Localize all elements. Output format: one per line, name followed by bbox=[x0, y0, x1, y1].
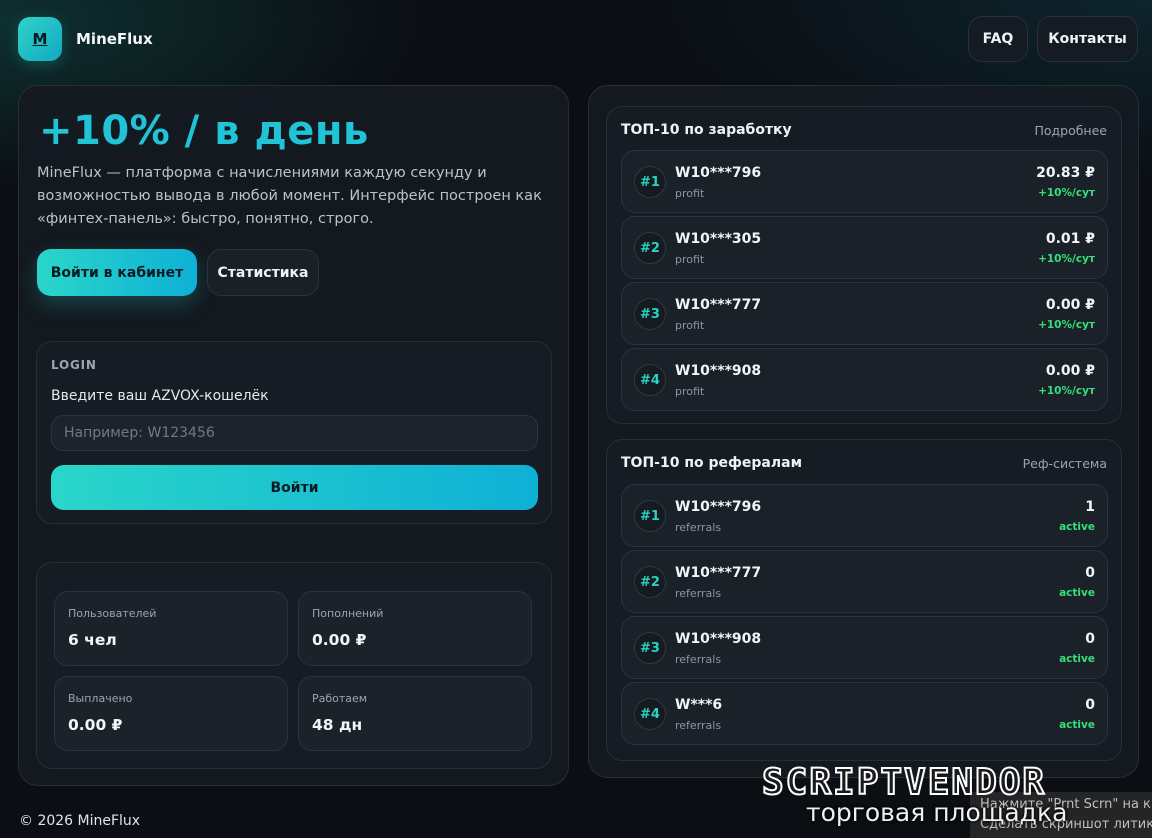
rank-badge: #2 bbox=[634, 566, 666, 598]
stat-value: 48 дн bbox=[312, 716, 363, 734]
contacts-button[interactable]: Контакты bbox=[1037, 16, 1138, 62]
hero-title: +10% / в день bbox=[39, 108, 369, 154]
stat-deposits: Пополнений 0.00 ₽ bbox=[298, 591, 532, 666]
top-header: M MineFlux FAQ Контакты bbox=[18, 16, 1138, 62]
logo-badge[interactable]: M bbox=[18, 17, 62, 61]
wallet-name: W10***305 bbox=[675, 231, 762, 247]
stats-grid: Пользователей 6 чел Пополнений 0.00 ₽ Вы… bbox=[36, 562, 552, 769]
row-value: 0.00 ₽ bbox=[1045, 363, 1095, 379]
referral-system-link[interactable]: Реф-система bbox=[1023, 456, 1107, 471]
watermark-subtitle: торговая площадка bbox=[806, 798, 1068, 827]
brand-name[interactable]: MineFlux bbox=[76, 30, 153, 48]
login-form: LOGIN Введите ваш AZVOX-кошелёк Войти bbox=[36, 341, 552, 524]
leaderboards-panel: ТОП-10 по заработку Подробнее #1 W10***7… bbox=[588, 85, 1139, 778]
row-value: 0 bbox=[1085, 631, 1095, 647]
wallet-name: W10***777 bbox=[675, 297, 762, 313]
wallet-name: W10***796 bbox=[675, 165, 762, 181]
rate-badge: +10%/сут bbox=[1038, 385, 1095, 397]
row-value: 20.83 ₽ bbox=[1036, 165, 1095, 181]
rank-badge: #1 bbox=[634, 500, 666, 532]
row-subtitle: referrals bbox=[675, 587, 722, 600]
rank-badge: #3 bbox=[634, 298, 666, 330]
faq-button[interactable]: FAQ bbox=[968, 16, 1028, 62]
row-value: 0.00 ₽ bbox=[1045, 297, 1095, 313]
row-subtitle: profit bbox=[675, 319, 705, 332]
rate-badge: +10%/сут bbox=[1038, 253, 1095, 265]
stat-days-running: Работаем 48 дн bbox=[298, 676, 532, 751]
stat-users: Пользователей 6 чел bbox=[54, 591, 288, 666]
wallet-input[interactable] bbox=[51, 415, 538, 451]
rank-badge: #3 bbox=[634, 632, 666, 664]
status-badge: active bbox=[1059, 587, 1095, 599]
row-subtitle: referrals bbox=[675, 521, 722, 534]
row-subtitle: profit bbox=[675, 385, 705, 398]
hero-description: MineFlux — платформа с начислениями кажд… bbox=[37, 165, 542, 227]
wallet-name: W10***908 bbox=[675, 631, 762, 647]
rank-badge: #4 bbox=[634, 698, 666, 730]
table-row: #3 W10***908 referrals 0 active bbox=[621, 616, 1108, 679]
rank-badge: #2 bbox=[634, 232, 666, 264]
top-referrals-card: ТОП-10 по рефералам Реф-система #1 W10**… bbox=[606, 439, 1122, 761]
row-subtitle: profit bbox=[675, 253, 705, 266]
stat-label: Пополнений bbox=[312, 607, 384, 620]
card-title: ТОП-10 по рефералам bbox=[621, 455, 803, 471]
stat-value: 0.00 ₽ bbox=[312, 631, 367, 649]
row-value: 0 bbox=[1085, 697, 1095, 713]
rate-badge: +10%/сут bbox=[1038, 187, 1095, 199]
status-badge: active bbox=[1059, 653, 1095, 665]
stat-label: Пользователей bbox=[68, 607, 157, 620]
stat-label: Работаем bbox=[312, 692, 368, 705]
row-value: 0.01 ₽ bbox=[1045, 231, 1095, 247]
table-row: #2 W10***305 profit 0.01 ₽ +10%/сут bbox=[621, 216, 1108, 279]
table-row: #2 W10***777 referrals 0 active bbox=[621, 550, 1108, 613]
rate-badge: +10%/сут bbox=[1038, 319, 1095, 331]
table-row: #1 W10***796 profit 20.83 ₽ +10%/сут bbox=[621, 150, 1108, 213]
card-title: ТОП-10 по заработку bbox=[621, 122, 792, 138]
rank-badge: #1 bbox=[634, 166, 666, 198]
hero-panel: +10% / в день MineFlux — платформа с нач… bbox=[18, 85, 569, 786]
table-row: #4 W***6 referrals 0 active bbox=[621, 682, 1108, 745]
row-value: 0 bbox=[1085, 565, 1095, 581]
stat-value: 0.00 ₽ bbox=[68, 716, 123, 734]
table-row: #4 W10***908 profit 0.00 ₽ +10%/сут bbox=[621, 348, 1108, 411]
stat-label: Выплачено bbox=[68, 692, 133, 705]
top-earnings-card: ТОП-10 по заработку Подробнее #1 W10***7… bbox=[606, 106, 1122, 424]
wallet-name: W10***777 bbox=[675, 565, 762, 581]
stat-value: 6 чел bbox=[68, 631, 117, 649]
login-submit-button[interactable]: Войти bbox=[51, 465, 538, 510]
row-subtitle: referrals bbox=[675, 719, 722, 732]
row-subtitle: referrals bbox=[675, 653, 722, 666]
watermark-logo: SCRIPTVENDOR bbox=[761, 761, 1047, 804]
stat-paid-out: Выплачено 0.00 ₽ bbox=[54, 676, 288, 751]
statistics-button[interactable]: Статистика bbox=[207, 249, 319, 296]
wallet-label: Введите ваш AZVOX-кошелёк bbox=[51, 388, 269, 404]
row-subtitle: profit bbox=[675, 187, 705, 200]
table-row: #1 W10***796 referrals 1 active bbox=[621, 484, 1108, 547]
status-badge: active bbox=[1059, 521, 1095, 533]
table-row: #3 W10***777 profit 0.00 ₽ +10%/сут bbox=[621, 282, 1108, 345]
enter-cabinet-button[interactable]: Войти в кабинет bbox=[37, 249, 197, 296]
wallet-name: W10***908 bbox=[675, 363, 762, 379]
wallet-name: W10***796 bbox=[675, 499, 762, 515]
row-value: 1 bbox=[1085, 499, 1095, 515]
wallet-name: W***6 bbox=[675, 697, 723, 713]
footer-copyright: © 2026 MineFlux bbox=[19, 813, 141, 829]
watermark-overlay: Нажмите "Prnt Scrn" на к Сделать скриншо… bbox=[760, 760, 1152, 838]
status-badge: active bbox=[1059, 719, 1095, 731]
login-heading: LOGIN bbox=[51, 358, 97, 372]
rank-badge: #4 bbox=[634, 364, 666, 396]
details-link[interactable]: Подробнее bbox=[1034, 123, 1107, 138]
